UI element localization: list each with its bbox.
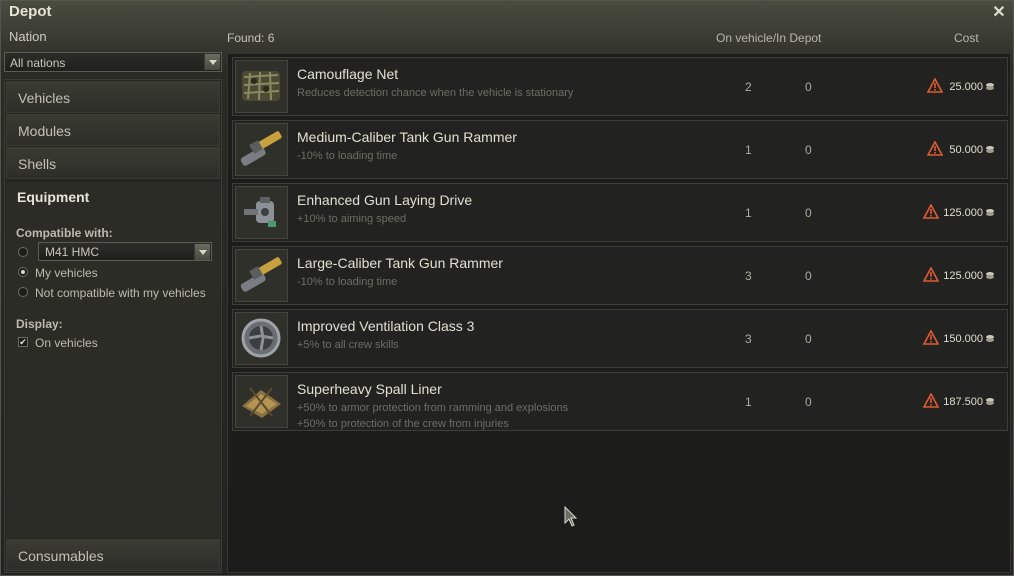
category-sidebar: Vehicles Modules Shells Equipment Compat… — [4, 79, 222, 573]
in-depot-count: 0 — [805, 332, 812, 346]
nation-label: Nation — [9, 29, 47, 44]
item-cost: 125.000 — [943, 207, 983, 219]
chevron-down-icon[interactable] — [194, 244, 210, 260]
radio-label: My vehicles — [35, 266, 98, 280]
on-vehicle-count: 2 — [745, 80, 752, 94]
item-name: Superheavy Spall Liner — [297, 381, 442, 397]
item-description: -10% to loading time — [297, 274, 397, 290]
item-cost: 25.000 — [949, 81, 983, 93]
on-vehicle-count: 1 — [745, 395, 752, 409]
sidebar-item-label: Shells — [18, 156, 57, 172]
close-icon[interactable]: ✕ — [991, 5, 1007, 21]
item-description: +5% to all crew skills — [297, 337, 399, 353]
gun-rammer-icon — [235, 249, 288, 302]
camouflage-net-icon — [235, 60, 288, 113]
radio-button[interactable] — [18, 247, 28, 257]
sidebar-item-label: Equipment — [17, 189, 90, 205]
nation-select[interactable]: All nations — [4, 52, 222, 72]
item-description: Reduces detection chance when the vehicl… — [297, 85, 573, 101]
credits-icon — [986, 272, 994, 279]
sidebar-item-vehicles[interactable]: Vehicles — [6, 81, 220, 113]
radio-label: Not compatible with my vehicles — [35, 286, 206, 300]
item-description-line: +50% to protection of the crew from inju… — [297, 418, 509, 430]
in-depot-count: 0 — [805, 80, 812, 94]
sidebar-item-label: Vehicles — [18, 90, 71, 106]
credits-icon — [986, 335, 994, 342]
item-name: Camouflage Net — [297, 66, 399, 82]
ventilation-icon — [235, 312, 288, 365]
nation-select-value: All nations — [10, 56, 66, 70]
gun-rammer-icon — [235, 123, 288, 176]
sidebar-item-shells[interactable]: Shells — [6, 147, 220, 179]
credits-icon — [986, 398, 994, 405]
spall-liner-icon — [235, 375, 288, 428]
item-description-line: +10% to aiming speed — [297, 213, 407, 225]
mouse-cursor-icon — [564, 506, 578, 527]
sidebar-item-consumables[interactable]: Consumables — [6, 539, 220, 571]
item-description-line: -10% to loading time — [297, 150, 398, 162]
item-cost: 125.000 — [943, 270, 983, 282]
credits-icon — [986, 146, 994, 153]
column-header-cost: Cost — [954, 31, 979, 45]
item-cost: 50.000 — [949, 144, 983, 156]
in-depot-count: 0 — [805, 269, 812, 283]
display-label: Display: — [16, 317, 63, 331]
item-cost: 150.000 — [943, 333, 983, 345]
column-header-quantity: On vehicle/In Depot — [716, 31, 822, 45]
table-row[interactable]: Superheavy Spall Liner +50% to armor pro… — [232, 372, 1008, 431]
gun-laying-drive-icon — [235, 186, 288, 239]
table-row[interactable]: Enhanced Gun Laying Drive +10% to aiming… — [232, 183, 1008, 242]
on-vehicle-count: 3 — [745, 269, 752, 283]
vehicle-select-value: M41 HMC — [45, 245, 100, 259]
compatible-label: Compatible with: — [16, 226, 113, 240]
item-name: Improved Ventilation Class 3 — [297, 318, 475, 334]
item-description-line: +5% to all crew skills — [297, 339, 399, 351]
item-name: Large-Caliber Tank Gun Rammer — [297, 255, 503, 271]
radio-button[interactable] — [18, 287, 28, 297]
item-cost: 187.500 — [943, 396, 983, 408]
sidebar-item-modules[interactable]: Modules — [6, 114, 220, 146]
radio-button[interactable] — [18, 267, 28, 277]
chevron-down-icon[interactable] — [204, 54, 220, 70]
in-depot-count: 0 — [805, 206, 812, 220]
item-name: Medium-Caliber Tank Gun Rammer — [297, 129, 517, 145]
window-title: Depot — [9, 3, 52, 20]
item-description: +10% to aiming speed — [297, 211, 406, 227]
item-name: Enhanced Gun Laying Drive — [297, 192, 473, 208]
table-row[interactable]: Improved Ventilation Class 3 +5% to all … — [232, 309, 1008, 368]
table-row[interactable]: Large-Caliber Tank Gun Rammer -10% to lo… — [232, 246, 1008, 305]
table-row[interactable]: Medium-Caliber Tank Gun Rammer -10% to l… — [232, 120, 1008, 179]
item-description: +50% to armor protection from ramming an… — [297, 400, 568, 432]
sidebar-item-label: Consumables — [18, 548, 104, 564]
item-description: -10% to loading time — [297, 148, 397, 164]
on-vehicle-count: 1 — [745, 143, 752, 157]
table-row[interactable]: Camouflage Net Reduces detection chance … — [232, 57, 1008, 116]
equipment-panel: Equipment Compatible with: M41 HMC My ve… — [6, 182, 220, 538]
item-description-line: +50% to armor protection from ramming an… — [297, 402, 569, 414]
in-depot-count: 0 — [805, 143, 812, 157]
sidebar-item-equipment[interactable]: Equipment — [6, 182, 220, 212]
credits-icon — [986, 83, 994, 90]
item-list: Camouflage Net Reduces detection chance … — [227, 53, 1011, 573]
sidebar-item-label: Modules — [18, 123, 71, 139]
on-vehicle-count: 3 — [745, 332, 752, 346]
on-vehicle-count: 1 — [745, 206, 752, 220]
found-count: Found: 6 — [227, 31, 275, 45]
checkbox-icon[interactable]: ✔ — [18, 337, 28, 347]
item-description-line: -10% to loading time — [297, 276, 398, 288]
checkbox-label: On vehicles — [35, 336, 98, 350]
vehicle-select[interactable]: M41 HMC — [38, 242, 212, 261]
in-depot-count: 0 — [805, 395, 812, 409]
item-description-line: Reduces detection chance when the vehicl… — [297, 87, 574, 99]
depot-window: Depot ✕ Nation All nations Vehicles Modu… — [0, 0, 1014, 576]
credits-icon — [986, 209, 994, 216]
